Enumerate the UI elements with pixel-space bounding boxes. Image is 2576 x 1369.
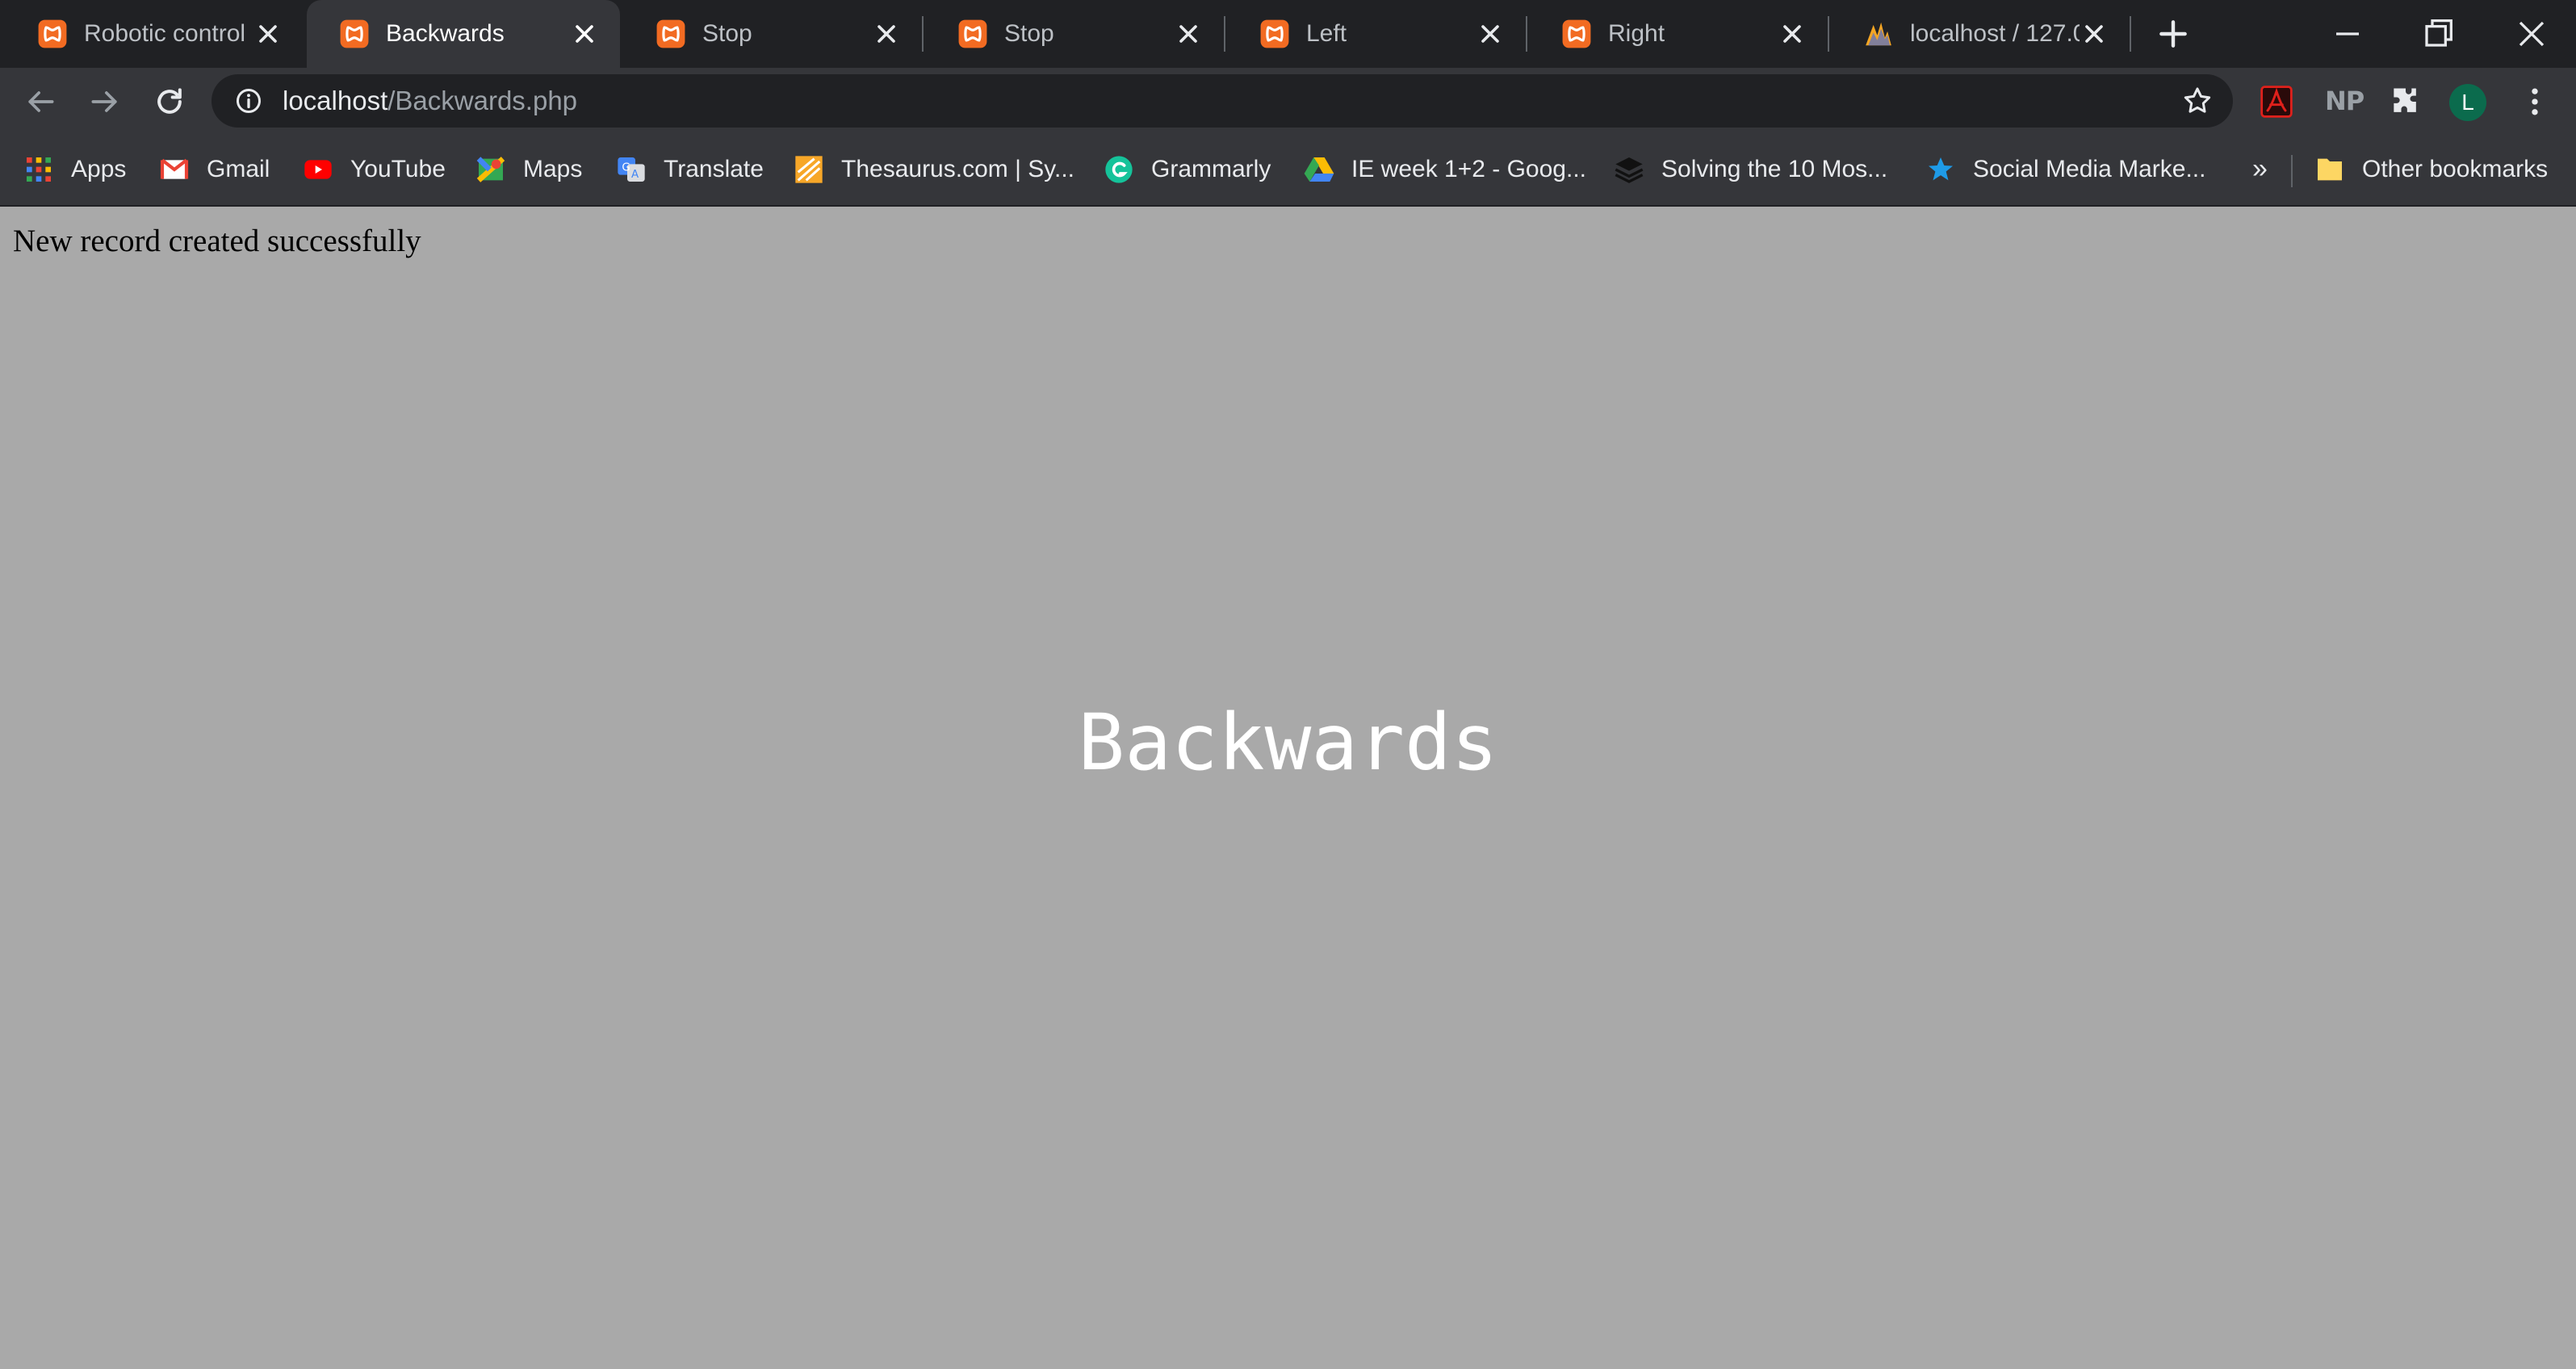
page-heading: Backwards [1078, 697, 1498, 788]
tab-separator [1224, 16, 1225, 52]
bookmarks-separator [2291, 155, 2293, 187]
tab-stop[interactable]: Stop [623, 0, 922, 68]
google-drive-icon [1304, 157, 1334, 182]
xampp-icon [1260, 19, 1289, 48]
tab-right[interactable]: Right [1529, 0, 1828, 68]
folder-icon [2318, 158, 2342, 181]
tab-separator [1828, 16, 1829, 52]
tab-title: localhost / 127.0 [1910, 20, 2080, 47]
bookmarks-overflow-button[interactable]: » [2252, 153, 2268, 185]
xampp-icon [958, 19, 987, 48]
close-icon[interactable] [1174, 19, 1203, 48]
thesaurus-icon [795, 156, 823, 183]
svg-text:G: G [622, 162, 630, 174]
tab-phpmyadmin[interactable]: localhost / 127.0 [1831, 0, 2130, 68]
tab-separator [922, 16, 924, 52]
xampp-icon [340, 19, 369, 48]
bookmark-label: Social Media Marke... [1973, 156, 2206, 182]
star-logo-icon [1929, 157, 1953, 181]
translate-icon: GA [618, 157, 645, 182]
url-text: localhost/Backwards.php [283, 86, 577, 116]
bookmark-thesaurus[interactable]: Thesaurus.com | Sy... [793, 152, 1074, 187]
svg-text:A: A [631, 169, 639, 181]
bookmark-label: Solving the 10 Mos... [1661, 156, 1888, 182]
gmail-icon [160, 158, 189, 179]
tab-robotic-control[interactable]: Robotic control [5, 0, 304, 68]
tab-title: Robotic control [84, 20, 246, 47]
bookmark-maps[interactable]: Maps [475, 152, 582, 187]
bookmark-label: YouTube [350, 156, 446, 182]
tab-left[interactable]: Left [1227, 0, 1526, 68]
extensions-puzzle-icon[interactable] [2388, 84, 2423, 119]
more-menu-icon[interactable] [2517, 84, 2553, 119]
reload-icon[interactable] [152, 84, 187, 119]
close-icon[interactable] [570, 19, 599, 48]
bookmark-label: Gmail [207, 156, 270, 182]
other-bookmarks[interactable]: Other bookmarks [2314, 152, 2548, 187]
bookmarks-bar: Apps Gmail YouTube Maps GA Translate The… [0, 134, 2576, 207]
forward-arrow-icon[interactable] [87, 84, 123, 119]
status-message: New record created successfully [13, 224, 421, 258]
bookmark-grammarly[interactable]: Grammarly [1103, 152, 1271, 187]
bookmark-solving[interactable]: Solving the 10 Mos... [1613, 152, 1887, 187]
layers-icon [1615, 157, 1644, 183]
info-icon[interactable] [234, 86, 263, 115]
bookmark-gmail[interactable]: Gmail [158, 152, 270, 187]
close-icon[interactable] [872, 19, 901, 48]
tab-separator [2130, 16, 2131, 52]
bookmark-ie-week[interactable]: IE week 1+2 - Goog... [1303, 152, 1586, 187]
bookmark-translate[interactable]: GA Translate [615, 152, 764, 187]
close-icon[interactable] [1476, 19, 1505, 48]
bookmark-label: Apps [71, 156, 127, 182]
tab-stop[interactable]: Stop [925, 0, 1224, 68]
page-viewport: New record created successfully Backward… [0, 207, 2576, 1369]
grammarly-icon [1105, 156, 1133, 183]
bookmark-label: Thesaurus.com | Sy... [841, 156, 1074, 182]
acrobat-icon[interactable] [2259, 84, 2294, 119]
bookmark-apps[interactable]: Apps [23, 152, 126, 187]
browser-toolbar: localhost/Backwards.php NP L [0, 68, 2576, 134]
bookmark-youtube[interactable]: YouTube [302, 152, 446, 187]
address-bar[interactable]: localhost/Backwards.php [212, 74, 2233, 128]
minimize-icon[interactable] [2325, 11, 2370, 57]
restore-icon[interactable] [2415, 11, 2461, 57]
tab-separator [1526, 16, 1527, 52]
bookmark-star-icon[interactable] [2181, 85, 2214, 117]
back-arrow-icon[interactable] [23, 84, 58, 119]
bookmark-label: Grammarly [1151, 156, 1271, 182]
xampp-icon [656, 19, 685, 48]
close-icon[interactable] [1778, 19, 1807, 48]
tab-strip: Robotic control Backwards Stop Stop Left… [0, 0, 2576, 68]
bookmark-label: Maps [523, 156, 583, 182]
close-window-icon[interactable] [2509, 11, 2554, 57]
apps-grid-icon [27, 157, 51, 182]
profile-avatar[interactable]: L [2449, 84, 2486, 121]
phpmyadmin-icon [1866, 22, 1891, 46]
url-host: localhost [283, 86, 388, 115]
bookmark-label: IE week 1+2 - Goog... [1351, 156, 1586, 182]
bookmark-label: Other bookmarks [2362, 156, 2549, 182]
tab-backwards[interactable]: Backwards [307, 0, 620, 68]
youtube-icon [304, 160, 332, 179]
xampp-icon [1562, 19, 1591, 48]
close-icon[interactable] [2080, 19, 2109, 48]
close-icon[interactable] [253, 19, 283, 48]
url-path: /Backwards.php [387, 86, 578, 115]
new-tab-icon[interactable] [2155, 16, 2191, 52]
maps-icon [476, 157, 505, 182]
bookmark-label: Translate [664, 156, 764, 182]
bookmark-social-media[interactable]: Social Media Marke... [1925, 152, 2205, 187]
xampp-icon [38, 19, 67, 48]
np-extension-icon[interactable]: NP [2325, 86, 2364, 116]
